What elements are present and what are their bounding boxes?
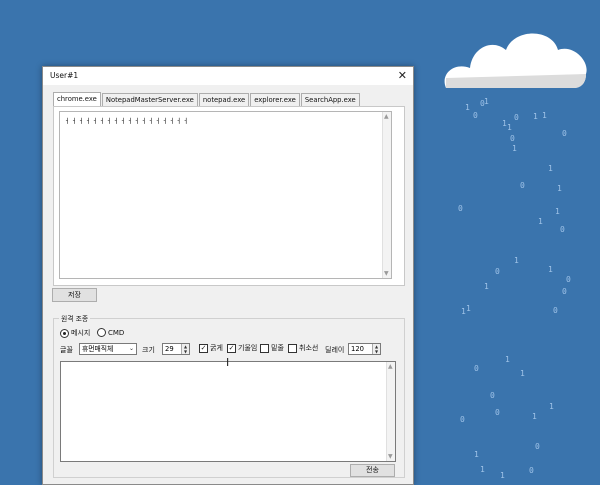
size-value: 29 <box>165 345 174 353</box>
tab-searchapp[interactable]: SearchApp.exe <box>300 93 360 106</box>
scroll-down-icon[interactable]: ▼ <box>388 453 393 460</box>
save-button[interactable]: 저장 <box>52 288 97 302</box>
binary-digit: 0 <box>495 267 500 276</box>
delay-label: 딜레이 <box>325 346 345 354</box>
binary-digit: 1 <box>466 304 471 313</box>
binary-digit: 1 <box>480 465 485 474</box>
font-value: 휴먼매직체 <box>82 345 114 353</box>
font-label: 글꼴 <box>60 346 73 354</box>
binary-digit: 1 <box>533 112 538 121</box>
binary-digit: 1 <box>548 164 553 173</box>
binary-digit: 0 <box>473 111 478 120</box>
delay-spin-buttons[interactable]: ▲ ▼ <box>372 344 380 354</box>
binary-digit: 1 <box>538 217 543 226</box>
binary-digit: 1 <box>484 97 489 106</box>
scroll-down-icon[interactable]: ▼ <box>384 270 389 277</box>
underline-label: 밑줄 <box>271 344 284 352</box>
message-scrollbar[interactable]: ▲ ▼ <box>386 362 395 461</box>
scroll-up-icon[interactable]: ▲ <box>384 113 389 120</box>
mode-message-radio[interactable]: 메시지 <box>60 328 90 338</box>
send-button[interactable]: 전송 <box>350 464 395 477</box>
binary-digit: 0 <box>553 306 558 315</box>
cloud-decoration <box>444 33 587 88</box>
italic-checkbox[interactable]: ✓ 기울임 <box>227 343 257 353</box>
mode-cmd-label: CMD <box>108 328 125 337</box>
binary-digit: 1 <box>507 123 512 132</box>
binary-digit: 0 <box>510 134 515 143</box>
mode-cmd-radio[interactable]: CMD <box>97 328 124 337</box>
remote-control-label: 원격 조종 <box>59 313 91 323</box>
title-bar: User#1 ✕ <box>43 67 413 85</box>
tab-explorer[interactable]: explorer.exe <box>250 93 300 106</box>
binary-digit: 0 <box>560 225 565 234</box>
binary-digit: 1 <box>505 355 510 364</box>
underline-checkbox[interactable]: 밑줄 <box>260 343 284 353</box>
remote-control-group: 원격 조종 메시지 CMD 글꼴 휴먼매직체 ⌄ 크기 29 ▲ ▼ ✓ 굵게 ✓… <box>53 313 405 478</box>
binary-digit: 0 <box>535 442 540 451</box>
binary-digit: 1 <box>474 450 479 459</box>
tab-notepad[interactable]: notepad.exe <box>198 93 250 106</box>
radio-empty-icon <box>97 328 106 337</box>
size-spin-buttons[interactable]: ▲ ▼ <box>181 344 189 354</box>
binary-digit: 1 <box>557 184 562 193</box>
message-textarea[interactable]: ▲ ▼ <box>60 361 396 462</box>
chevron-down-icon: ⌄ <box>128 345 134 352</box>
checkbox-empty-icon <box>288 343 297 353</box>
delay-stepper[interactable]: 120 ▲ ▼ <box>348 343 381 355</box>
scroll-up-icon[interactable]: ▲ <box>388 363 393 370</box>
binary-digit: 1 <box>549 402 554 411</box>
binary-digit: 0 <box>490 391 495 400</box>
binary-digit: 0 <box>495 408 500 417</box>
tab-notepadmasterserver[interactable]: NotepadMasterServer.exe <box>101 93 198 106</box>
size-label: 크기 <box>142 346 155 354</box>
italic-label: 기울임 <box>238 344 258 352</box>
binary-digit: 0 <box>474 364 479 373</box>
binary-digit: 1 <box>532 412 537 421</box>
checkmark-icon: ✓ <box>199 343 208 353</box>
binary-digit: 1 <box>514 256 519 265</box>
binary-digit: 1 <box>465 103 470 112</box>
binary-digit: 1 <box>555 207 560 216</box>
window-title: User#1 <box>50 71 79 80</box>
delay-value: 120 <box>351 345 364 353</box>
binary-digit: 0 <box>566 275 571 284</box>
font-select[interactable]: 휴먼매직체 ⌄ <box>79 343 137 355</box>
process-tabs: chrome.exe NotepadMasterServer.exe notep… <box>53 92 361 106</box>
strike-label: 취소선 <box>299 344 319 352</box>
binary-digit: 1 <box>484 282 489 291</box>
strike-checkbox[interactable]: 취소선 <box>288 343 318 353</box>
log-scrollbar[interactable]: ▲ ▼ <box>382 112 391 278</box>
binary-digit: 0 <box>458 204 463 213</box>
user-window: User#1 ✕ chrome.exe NotepadMasterServer.… <box>42 66 414 485</box>
binary-digit: 1 <box>542 111 547 120</box>
tab-panel: ㅓㅓㅓㅓㅓㅓㅓㅓㅓㅓㅓㅓㅓㅓㅓㅓㅓㅓ ▲ ▼ <box>53 106 405 286</box>
log-textarea[interactable]: ㅓㅓㅓㅓㅓㅓㅓㅓㅓㅓㅓㅓㅓㅓㅓㅓㅓㅓ ▲ ▼ <box>59 111 392 279</box>
binary-digit: 1 <box>512 144 517 153</box>
size-stepper[interactable]: 29 ▲ ▼ <box>162 343 190 355</box>
log-text: ㅓㅓㅓㅓㅓㅓㅓㅓㅓㅓㅓㅓㅓㅓㅓㅓㅓㅓ <box>64 117 190 125</box>
mode-message-label: 메시지 <box>71 329 91 337</box>
checkbox-empty-icon <box>260 343 269 353</box>
bold-label: 굵게 <box>210 344 223 352</box>
tab-chrome[interactable]: chrome.exe <box>53 92 101 106</box>
binary-digit: 0 <box>520 181 525 190</box>
binary-digit: 1 <box>520 369 525 378</box>
binary-digit: 1 <box>548 265 553 274</box>
bold-checkbox[interactable]: ✓ 굵게 <box>199 343 223 353</box>
binary-digit: 0 <box>514 113 519 122</box>
text-cursor-icon: I <box>226 356 230 369</box>
binary-digit: 0 <box>562 129 567 138</box>
checkmark-icon: ✓ <box>227 343 236 353</box>
close-icon[interactable]: ✕ <box>398 69 407 82</box>
radio-selected-icon <box>60 328 69 338</box>
binary-digit: 1 <box>500 471 505 480</box>
binary-digit: 0 <box>562 287 567 296</box>
binary-digit: 0 <box>460 415 465 424</box>
binary-digit: 0 <box>529 466 534 475</box>
